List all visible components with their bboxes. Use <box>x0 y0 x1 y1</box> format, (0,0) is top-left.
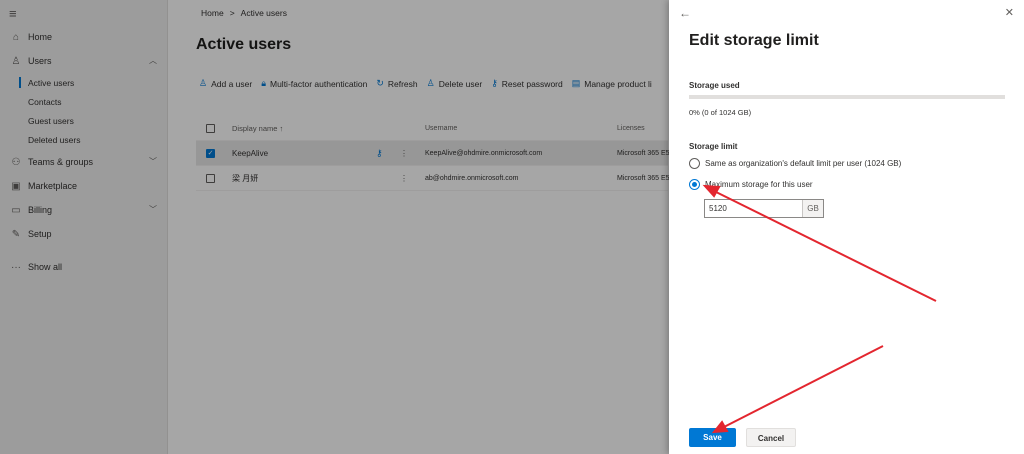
save-button[interactable]: Save <box>689 428 736 447</box>
storage-used-bar <box>689 95 1005 99</box>
radio-circle-selected[interactable] <box>689 179 700 190</box>
radio-label: Same as organization's default limit per… <box>705 159 902 168</box>
storage-limit-label: Storage limit <box>689 142 738 151</box>
unit-label: GB <box>802 200 823 217</box>
close-icon[interactable]: ✕ <box>1005 6 1014 19</box>
radio-circle[interactable] <box>689 158 700 169</box>
cancel-button[interactable]: Cancel <box>746 428 796 447</box>
storage-used-label: Storage used <box>689 81 740 90</box>
edit-storage-panel: ← ✕ Edit storage limit Storage used 0% (… <box>669 0 1024 454</box>
back-arrow-icon[interactable]: ← <box>679 6 691 20</box>
storage-used-text: 0% (0 of 1024 GB) <box>689 108 752 117</box>
modal-overlay[interactable] <box>0 0 669 454</box>
panel-title: Edit storage limit <box>689 32 819 49</box>
max-storage-value[interactable]: 5120 <box>705 200 802 217</box>
radio-maximum-storage[interactable]: Maximum storage for this user <box>689 179 813 190</box>
radio-default-limit[interactable]: Same as organization's default limit per… <box>689 158 901 169</box>
max-storage-input[interactable]: 5120 GB <box>704 199 824 218</box>
radio-label: Maximum storage for this user <box>705 180 813 189</box>
